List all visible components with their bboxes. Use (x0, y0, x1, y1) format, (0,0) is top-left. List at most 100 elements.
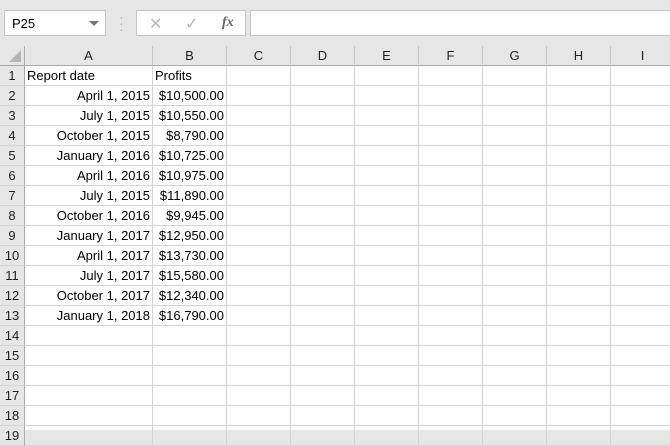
cell-b13[interactable]: $16,790.00 (153, 306, 227, 326)
cell-i16[interactable] (611, 366, 670, 386)
row-header[interactable]: 13 (0, 306, 25, 326)
cell-f3[interactable] (419, 106, 483, 126)
cell-e7[interactable] (355, 186, 419, 206)
cell-g3[interactable] (483, 106, 547, 126)
cell-e16[interactable] (355, 366, 419, 386)
cell-a17[interactable] (25, 386, 153, 406)
select-all-button[interactable] (0, 46, 25, 66)
cell-c9[interactable] (227, 226, 291, 246)
cell-h3[interactable] (547, 106, 611, 126)
row-header[interactable]: 2 (0, 86, 25, 106)
cell-d10[interactable] (291, 246, 355, 266)
cell-f6[interactable] (419, 166, 483, 186)
column-header-b[interactable]: B (153, 46, 227, 66)
cell-e14[interactable] (355, 326, 419, 346)
cell-a10[interactable]: April 1, 2017 (25, 246, 153, 266)
cell-f17[interactable] (419, 386, 483, 406)
cell-i11[interactable] (611, 266, 670, 286)
cell-e10[interactable] (355, 246, 419, 266)
cell-g13[interactable] (483, 306, 547, 326)
column-header-d[interactable]: D (291, 46, 355, 66)
cell-f4[interactable] (419, 126, 483, 146)
cell-g4[interactable] (483, 126, 547, 146)
row-header[interactable]: 11 (0, 266, 25, 286)
cell-f13[interactable] (419, 306, 483, 326)
cell-b12[interactable]: $12,340.00 (153, 286, 227, 306)
cell-c6[interactable] (227, 166, 291, 186)
cell-d1[interactable] (291, 66, 355, 86)
drag-handle-icon[interactable]: · · · (119, 10, 124, 36)
cell-b17[interactable] (153, 386, 227, 406)
row-header[interactable]: 18 (0, 406, 25, 426)
cell-h11[interactable] (547, 266, 611, 286)
cell-d11[interactable] (291, 266, 355, 286)
cell-b14[interactable] (153, 326, 227, 346)
cell-e1[interactable] (355, 66, 419, 86)
cell-a19[interactable] (25, 426, 153, 446)
cell-h14[interactable] (547, 326, 611, 346)
cell-c2[interactable] (227, 86, 291, 106)
cell-a18[interactable] (25, 406, 153, 426)
cell-b10[interactable]: $13,730.00 (153, 246, 227, 266)
cell-c14[interactable] (227, 326, 291, 346)
cell-h8[interactable] (547, 206, 611, 226)
cell-h10[interactable] (547, 246, 611, 266)
cell-g18[interactable] (483, 406, 547, 426)
cell-g11[interactable] (483, 266, 547, 286)
cell-d14[interactable] (291, 326, 355, 346)
cell-f18[interactable] (419, 406, 483, 426)
cell-a16[interactable] (25, 366, 153, 386)
cell-a2[interactable]: April 1, 2015 (25, 86, 153, 106)
cell-a4[interactable]: October 1, 2015 (25, 126, 153, 146)
enter-icon[interactable]: ✓ (185, 14, 198, 34)
column-header-c[interactable]: C (227, 46, 291, 66)
cell-e15[interactable] (355, 346, 419, 366)
cell-f10[interactable] (419, 246, 483, 266)
cell-h2[interactable] (547, 86, 611, 106)
cell-f7[interactable] (419, 186, 483, 206)
cell-f1[interactable] (419, 66, 483, 86)
cell-b18[interactable] (153, 406, 227, 426)
cell-a3[interactable]: July 1, 2015 (25, 106, 153, 126)
cell-h15[interactable] (547, 346, 611, 366)
row-header[interactable]: 9 (0, 226, 25, 246)
cell-i7[interactable] (611, 186, 670, 206)
cell-g7[interactable] (483, 186, 547, 206)
cell-a13[interactable]: January 1, 2018 (25, 306, 153, 326)
insert-function-icon[interactable]: fx (222, 15, 234, 31)
column-header-e[interactable]: E (355, 46, 419, 66)
cell-c11[interactable] (227, 266, 291, 286)
cell-f19[interactable] (419, 426, 483, 446)
cell-d19[interactable] (291, 426, 355, 446)
cell-h4[interactable] (547, 126, 611, 146)
cell-d5[interactable] (291, 146, 355, 166)
cell-c3[interactable] (227, 106, 291, 126)
cell-c12[interactable] (227, 286, 291, 306)
cell-c4[interactable] (227, 126, 291, 146)
cell-i13[interactable] (611, 306, 670, 326)
cell-f11[interactable] (419, 266, 483, 286)
cell-h5[interactable] (547, 146, 611, 166)
cell-b4[interactable]: $8,790.00 (153, 126, 227, 146)
cell-f9[interactable] (419, 226, 483, 246)
cell-b11[interactable]: $15,580.00 (153, 266, 227, 286)
cell-i8[interactable] (611, 206, 670, 226)
cell-e18[interactable] (355, 406, 419, 426)
cell-e17[interactable] (355, 386, 419, 406)
cell-g12[interactable] (483, 286, 547, 306)
cell-h18[interactable] (547, 406, 611, 426)
cell-i9[interactable] (611, 226, 670, 246)
cell-d6[interactable] (291, 166, 355, 186)
row-header[interactable]: 15 (0, 346, 25, 366)
cell-f2[interactable] (419, 86, 483, 106)
cell-f5[interactable] (419, 146, 483, 166)
cell-a12[interactable]: October 1, 2017 (25, 286, 153, 306)
cell-g10[interactable] (483, 246, 547, 266)
cell-h9[interactable] (547, 226, 611, 246)
cell-b2[interactable]: $10,500.00 (153, 86, 227, 106)
cell-c10[interactable] (227, 246, 291, 266)
cell-e13[interactable] (355, 306, 419, 326)
cell-b9[interactable]: $12,950.00 (153, 226, 227, 246)
chevron-down-icon[interactable] (89, 21, 99, 26)
cell-a6[interactable]: April 1, 2016 (25, 166, 153, 186)
